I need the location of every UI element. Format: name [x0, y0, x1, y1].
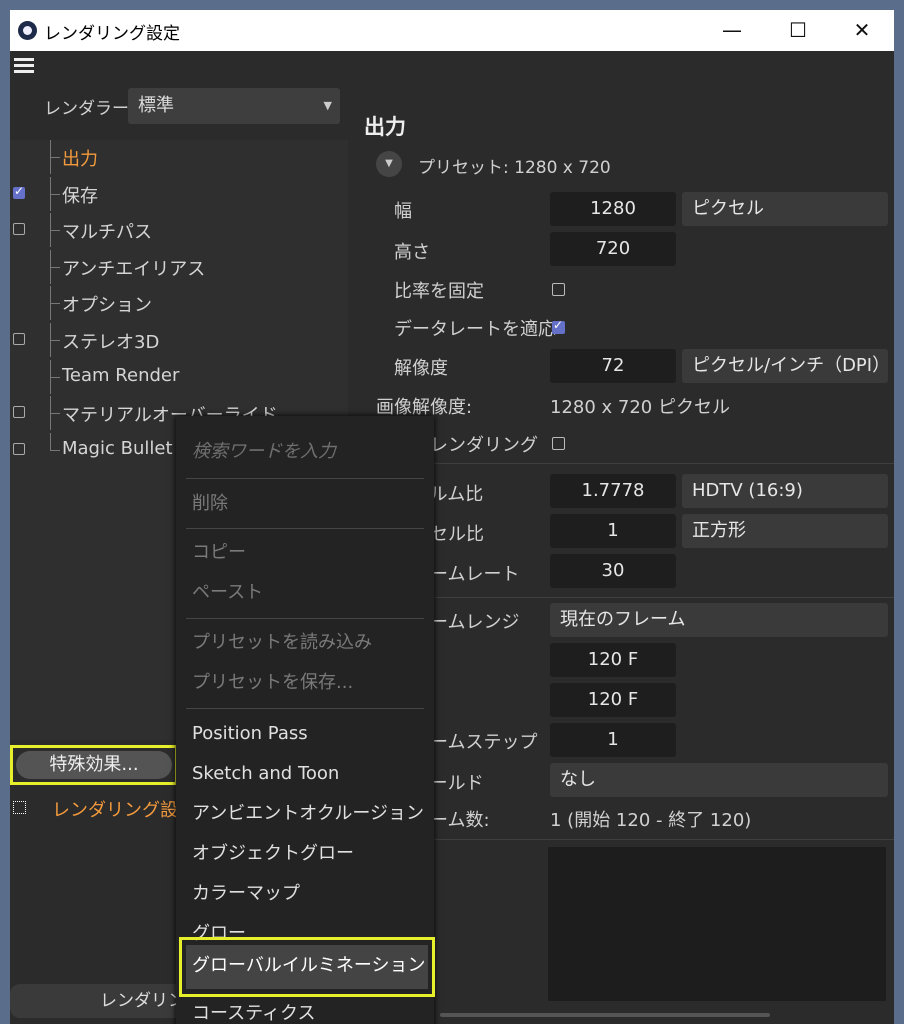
menu-item-global-illumination-highlight[interactable]: グローバルイルミネーション [179, 937, 435, 997]
menu-item-object-glow[interactable]: オブジェクトグロー [176, 834, 434, 874]
tree-item-label: 出力 [62, 149, 98, 170]
lock-ratio-checkbox[interactable] [552, 283, 565, 296]
tree-item-label: Team Render [62, 365, 180, 386]
fields-dropdown[interactable]: なし [550, 763, 888, 797]
tree-item-antialiasing[interactable]: アンチエイリアス [10, 250, 348, 284]
frame-range-dropdown[interactable]: 現在のフレーム [550, 603, 888, 637]
tree-item-save[interactable]: 保存 [10, 177, 348, 211]
width-label: 幅 [394, 201, 412, 222]
menu-item-save-preset[interactable]: プリセットを保存... [176, 663, 434, 703]
frames-value: 1 (開始 120 - 終了 120) [550, 810, 752, 831]
film-aspect-dropdown[interactable]: HDTV (16:9) [682, 474, 888, 508]
from-input[interactable]: 120 F [550, 643, 676, 677]
menu-item-caustics[interactable]: コースティクス [176, 994, 434, 1024]
tree-item-stereo3d[interactable]: ステレオ3D [10, 323, 348, 357]
image-resolution-value: 1280 x 720 ピクセル [550, 397, 730, 418]
menu-item-position-pass[interactable]: Position Pass [176, 714, 434, 754]
effects-button[interactable]: 特殊効果... [16, 751, 172, 779]
chevron-down-icon: ▼ [323, 99, 332, 112]
preset-label[interactable]: プリセット: 1280 x 720 [418, 153, 611, 178]
tree-item-label: マルチパス [62, 222, 152, 243]
height-label: 高さ [394, 242, 430, 263]
render-setting-name[interactable]: レンダリング設定 [52, 796, 196, 822]
effects-button-highlight[interactable]: 特殊効果... [10, 745, 178, 785]
to-input[interactable]: 120 F [550, 683, 676, 717]
section-title: 出力 [364, 115, 406, 139]
tree-item-team-render[interactable]: Team Render [10, 360, 348, 394]
render-setting-icon [13, 801, 26, 814]
menu-item-global-illumination[interactable]: グローバルイルミネーション [186, 945, 428, 989]
hamburger-menu-icon[interactable] [14, 58, 34, 74]
menu-separator [186, 708, 424, 709]
menu-item-ambient-occlusion[interactable]: アンビエントオクルージョン [176, 794, 434, 834]
menu-separator [186, 618, 424, 619]
resolution-label: 解像度 [394, 358, 448, 379]
window-title: レンダリング設定 [44, 24, 180, 44]
film-aspect-input[interactable]: 1.7778 [550, 474, 676, 508]
minimize-button[interactable]: — [700, 10, 764, 51]
title-bar: レンダリング設定 — ☐ ✕ [10, 10, 894, 51]
divider [360, 597, 894, 598]
renderer-value: 標準 [138, 95, 174, 116]
menu-item-delete[interactable]: 削除 [176, 484, 434, 524]
tree-item-output[interactable]: 出力 [10, 140, 348, 174]
divider [360, 463, 894, 464]
pixel-aspect-dropdown[interactable]: 正方形 [682, 514, 888, 548]
render-region-checkbox[interactable] [552, 437, 565, 450]
resolution-input[interactable]: 72 [550, 349, 676, 383]
cinema4d-app-icon [18, 21, 37, 40]
width-unit-dropdown[interactable]: ピクセル [682, 192, 888, 226]
frame-step-input[interactable]: 1 [550, 723, 676, 757]
lock-ratio-label: 比率を固定 [394, 281, 484, 302]
menu-item-color-mapping[interactable]: カラーマップ [176, 874, 434, 914]
tree-item-label: オプション [62, 295, 152, 316]
menu-item-load-preset[interactable]: プリセットを読み込み [176, 623, 434, 663]
preset-dropdown-icon[interactable]: ▼ [376, 151, 402, 177]
tree-item-label: ステレオ3D [62, 332, 160, 353]
tree-item-label: アンチエイリアス [62, 259, 206, 280]
stereo3d-checkbox[interactable] [13, 333, 25, 345]
effects-context-menu: 検索ワードを入力 削除 コピー ペースト プリセットを読み込み プリセットを保存… [176, 416, 435, 1024]
renderer-dropdown[interactable]: 標準 ▼ [128, 88, 340, 124]
render-settings-window: レンダリング設定 — ☐ ✕ レンダラー 標準 ▼ 出力 保存 マルチパス アン… [10, 10, 894, 1024]
divider [360, 839, 894, 840]
adapt-frame-rate-label: データレートを適応 [394, 319, 556, 340]
magic-bullet-checkbox[interactable] [13, 443, 25, 455]
annotation-textarea[interactable] [548, 847, 886, 1001]
width-input[interactable]: 1280 [550, 192, 676, 226]
pixel-aspect-input[interactable]: 1 [550, 514, 676, 548]
output-panel: 出力 ▼ プリセット: 1280 x 720 幅 1280 ピクセル 高さ 72… [360, 51, 894, 1024]
material-override-checkbox[interactable] [13, 406, 25, 418]
search-input[interactable]: 検索ワードを入力 [176, 432, 434, 472]
height-input[interactable]: 720 [550, 232, 676, 266]
horizontal-scrollbar[interactable] [440, 1013, 770, 1017]
menu-separator [186, 528, 424, 529]
adapt-frame-rate-checkbox[interactable] [552, 318, 565, 334]
close-button[interactable]: ✕ [830, 10, 894, 51]
menu-item-copy[interactable]: コピー [176, 533, 434, 573]
maximize-button[interactable]: ☐ [766, 10, 830, 51]
tree-item-label: 保存 [62, 186, 98, 207]
menu-item-paste[interactable]: ペースト [176, 573, 434, 613]
multipass-checkbox[interactable] [13, 223, 25, 235]
save-checkbox[interactable] [13, 184, 25, 199]
renderer-label: レンダラー [44, 99, 129, 119]
tree-item-options[interactable]: オプション [10, 286, 348, 320]
menu-separator [186, 478, 424, 479]
resolution-unit-dropdown[interactable]: ピクセル/インチ（DPI） [682, 349, 888, 383]
tree-item-multipass[interactable]: マルチパス [10, 213, 348, 247]
menu-item-sketch-and-toon[interactable]: Sketch and Toon [176, 754, 434, 794]
frame-rate-input[interactable]: 30 [550, 554, 676, 588]
